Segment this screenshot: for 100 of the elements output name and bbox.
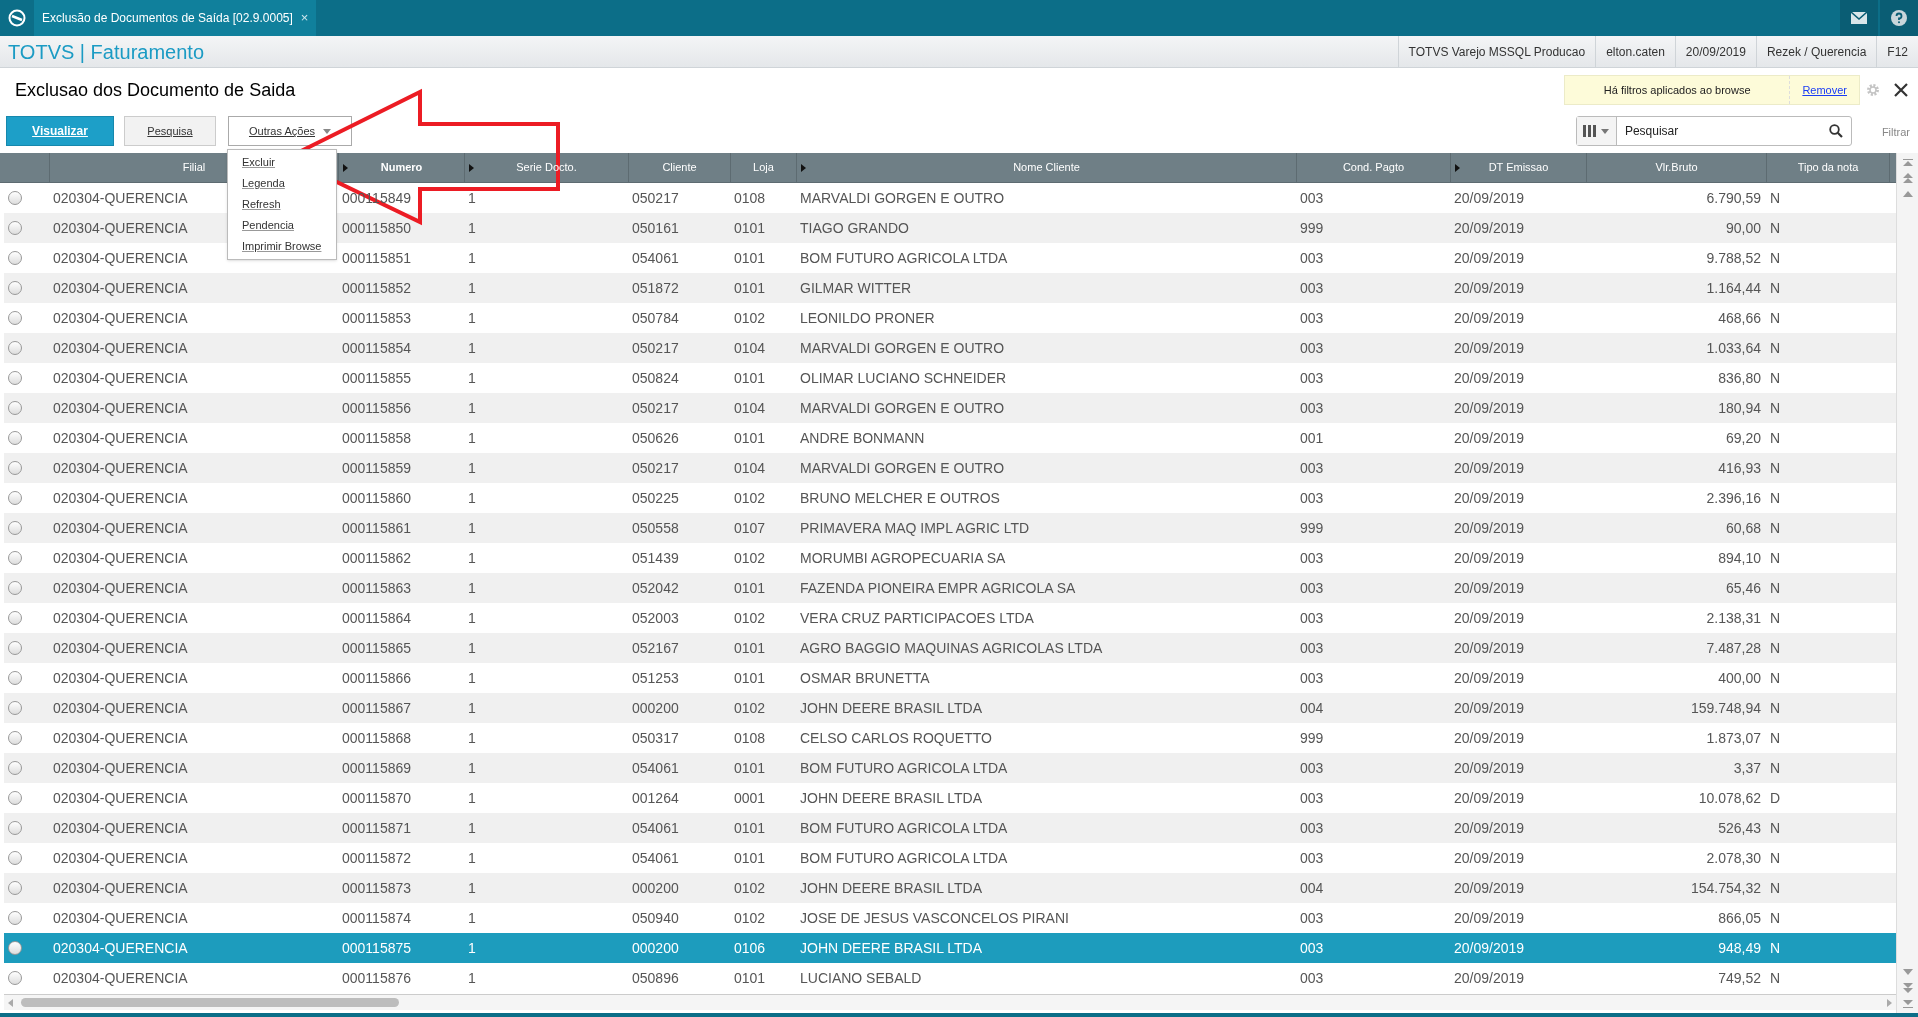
more-actions-button[interactable]: Outras Ações: [228, 116, 352, 146]
logo-icon[interactable]: [8, 9, 26, 27]
scroll-bottom-icon[interactable]: [1902, 999, 1913, 1009]
scroll-top-icon[interactable]: [1902, 157, 1913, 167]
radio-button[interactable]: [8, 461, 22, 475]
search-field[interactable]: Pesquisar: [1616, 117, 1821, 145]
radio-button[interactable]: [8, 251, 22, 265]
table-cell-text: 000200: [632, 938, 679, 958]
table-cell-text: 0106: [734, 938, 766, 958]
table-cell-text: 20/09/2019: [1454, 218, 1525, 238]
table-row[interactable]: 020304-QUERENCIA 000115854 1 050217 0104 MARVALDI GORGEN E OUTRO 003 20/09/2019 1.033,64 N: [4, 333, 1896, 363]
table-cell-text: 20/09/2019: [1454, 458, 1525, 478]
radio-button[interactable]: [8, 551, 22, 565]
toolbar-button[interactable]: Pesquisa: [124, 116, 216, 146]
table-cell-text: AGRO BAGGIO MAQUINAS AGRICOLAS LTDA: [800, 638, 1103, 658]
vertical-scrollbar[interactable]: [1896, 153, 1918, 1013]
table-cell-text: 020304-QUERENCIA: [53, 218, 188, 238]
column-header[interactable]: Nome Cliente: [797, 153, 1297, 182]
close-icon[interactable]: [1894, 83, 1908, 97]
page-down-icon[interactable]: [1902, 983, 1913, 993]
column-header[interactable]: Cliente: [629, 153, 731, 182]
table-row[interactable]: 020304-QUERENCIA 000115865 1 052167 0101 AGRO BAGGIO MAQUINAS AGRICOLAS LTDA 003 20/09/2019 7.487,28 N: [4, 633, 1896, 663]
scroll-left-icon[interactable]: [8, 998, 13, 1007]
table-cell-text: 1: [468, 788, 476, 808]
menu-item[interactable]: Pendencia: [228, 215, 336, 236]
table-cell-text: 000115875: [342, 938, 412, 958]
scroll-right-icon[interactable]: [1887, 998, 1892, 1007]
table-cell-text: JOHN DEERE BRASIL LTDA: [800, 788, 983, 808]
table-row[interactable]: 020304-QUERENCIA 000115873 1 000200 0102 JOHN DEERE BRASIL LTDA 004 20/09/2019 154.754,32 N: [4, 873, 1896, 903]
radio-button[interactable]: [8, 761, 22, 775]
radio-button[interactable]: [8, 311, 22, 325]
table-cell-text: 054061: [632, 758, 679, 778]
table-row[interactable]: 020304-QUERENCIA 000115869 1 054061 0101 BOM FUTURO AGRICOLA LTDA 003 20/09/2019 3,37 N: [4, 753, 1896, 783]
radio-button[interactable]: [8, 401, 22, 415]
table-row[interactable]: 020304-QUERENCIA 000115863 1 052042 0101 FAZENDA PIONEIRA EMPR AGRICOLA SA 003 20/09/2019 65,46 N: [4, 573, 1896, 603]
radio-button[interactable]: [8, 821, 22, 835]
table-cell-text: N: [1770, 308, 1781, 328]
mail-button[interactable]: [1840, 0, 1878, 36]
radio-button[interactable]: [8, 641, 22, 655]
table-row[interactable]: 020304-QUERENCIA 000115867 1 000200 0102 JOHN DEERE BRASIL LTDA 004 20/09/2019 159.748,94 N: [4, 693, 1896, 723]
radio-button[interactable]: [8, 791, 22, 805]
header-info: F12: [1876, 36, 1918, 67]
radio-button[interactable]: [8, 281, 22, 295]
scroll-up-icon[interactable]: [1902, 189, 1913, 199]
radio-button[interactable]: [8, 731, 22, 745]
columns-icon[interactable]: [1583, 125, 1610, 137]
filter-label[interactable]: Filtrar: [1881, 124, 1910, 141]
help-button[interactable]: [1880, 0, 1918, 36]
radio-button[interactable]: [8, 851, 22, 865]
header-label: DT Emissao: [1488, 160, 1549, 176]
column-header[interactable]: Tipo da nota: [1767, 153, 1890, 182]
table-cell-text: 1: [468, 968, 476, 988]
column-header[interactable]: Cond. Pagto: [1297, 153, 1451, 182]
table-cell-text: 154.754,32: [1690, 878, 1761, 898]
table-cell-text: 468,66: [1718, 308, 1761, 328]
page-up-icon[interactable]: [1902, 173, 1913, 183]
app-tab[interactable]: Exclusão de Documentos de Saída [02.9.0005] ×: [34, 0, 317, 36]
table-row[interactable]: 020304-QUERENCIA 000115861 1 050558 0107 PRIMAVERA MAQ IMPL AGRIC LTD 999 20/09/2019 60,68 N: [4, 513, 1896, 543]
table-cell-text: PRIMAVERA MAQ IMPL AGRIC LTD: [800, 518, 1030, 538]
radio-button[interactable]: [8, 941, 22, 955]
table-row[interactable]: 020304-QUERENCIA 000115856 1 050217 0104 MARVALDI GORGEN E OUTRO 003 20/09/2019 180,94 N: [4, 393, 1896, 423]
table-row[interactable]: 020304-QUERENCIA 000115852 1 051872 0101 GILMAR WITTER 003 20/09/2019 1.164,44 N: [4, 273, 1896, 303]
table-cell-text: 6.790,59: [1706, 188, 1761, 208]
table-cell-text: 0101: [734, 668, 766, 688]
scroll-down-icon[interactable]: [1902, 967, 1913, 977]
column-header[interactable]: DT Emissao: [1451, 153, 1587, 182]
column-header[interactable]: Numero: [339, 153, 465, 182]
radio-button[interactable]: [8, 881, 22, 895]
radio-button[interactable]: [8, 191, 22, 205]
radio-button[interactable]: [8, 701, 22, 715]
radio-button[interactable]: [8, 491, 22, 505]
column-header[interactable]: Vlr.Bruto: [1587, 153, 1767, 182]
radio-button[interactable]: [8, 671, 22, 685]
radio-button[interactable]: [8, 581, 22, 595]
radio-button[interactable]: [8, 521, 22, 535]
header-info: elton.caten: [1595, 36, 1675, 67]
table-row[interactable]: 020304-QUERENCIA 000115871 1 054061 0101 BOM FUTURO AGRICOLA LTDA 003 20/09/2019 526,43 N: [4, 813, 1896, 843]
remove-filter-link[interactable]: Remover: [1789, 76, 1859, 104]
table-cell-text: 1: [468, 608, 476, 628]
radio-button[interactable]: [8, 221, 22, 235]
search-icon[interactable]: [1828, 124, 1843, 138]
radio-button[interactable]: [8, 911, 22, 925]
table-row[interactable]: 020304-QUERENCIA 000115859 1 050217 0104 MARVALDI GORGEN E OUTRO 003 20/09/2019 416,93 N: [4, 453, 1896, 483]
table-cell-text: 050317: [632, 728, 679, 748]
table-cell-text: 20/09/2019: [1454, 818, 1525, 838]
radio-button[interactable]: [8, 971, 22, 985]
table-cell-text: N: [1770, 908, 1781, 928]
radio-button[interactable]: [8, 341, 22, 355]
radio-button[interactable]: [8, 371, 22, 385]
search-box[interactable]: Pesquisar: [1575, 116, 1852, 146]
radio-button[interactable]: [8, 431, 22, 445]
settings-icon[interactable]: [1866, 83, 1880, 97]
scrollbar-thumb[interactable]: [21, 998, 399, 1007]
table-cell-text: 948,49: [1718, 938, 1761, 958]
radio-button[interactable]: [8, 611, 22, 625]
close-tab-button[interactable]: ×: [300, 8, 309, 28]
menu-item[interactable]: Refresh: [228, 194, 336, 215]
column-header[interactable]: Loja: [731, 153, 797, 182]
horizontal-scrollbar[interactable]: [4, 994, 1896, 1010]
menu-item[interactable]: Excluir: [228, 152, 336, 173]
